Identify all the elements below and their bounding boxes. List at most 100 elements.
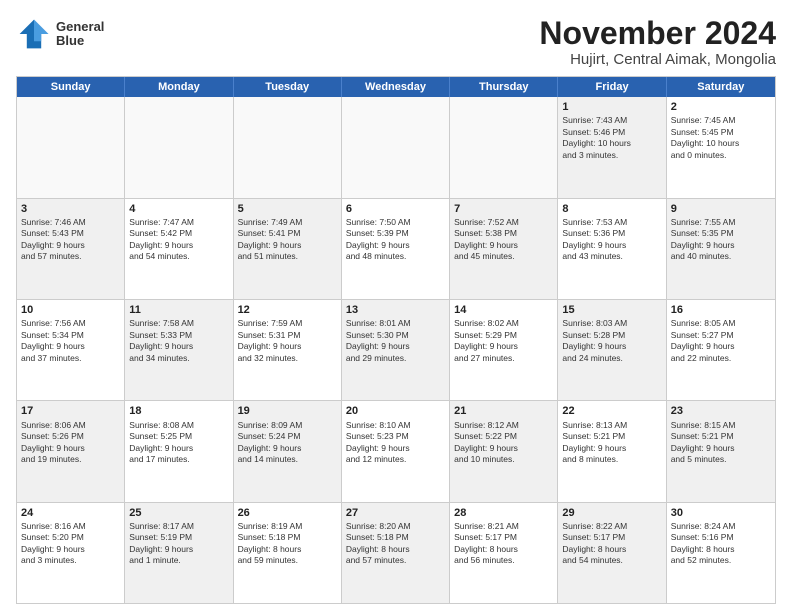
calendar-header-cell: Monday bbox=[125, 77, 233, 97]
day-info: Sunrise: 7:53 AM Sunset: 5:36 PM Dayligh… bbox=[562, 217, 661, 263]
calendar-row: 1Sunrise: 7:43 AM Sunset: 5:46 PM Daylig… bbox=[17, 97, 775, 197]
header: General Blue November 2024 Hujirt, Centr… bbox=[16, 16, 776, 68]
calendar-header-cell: Sunday bbox=[17, 77, 125, 97]
calendar-cell: 12Sunrise: 7:59 AM Sunset: 5:31 PM Dayli… bbox=[234, 300, 342, 400]
day-number: 19 bbox=[238, 404, 337, 418]
day-number: 28 bbox=[454, 506, 553, 520]
calendar-cell: 1Sunrise: 7:43 AM Sunset: 5:46 PM Daylig… bbox=[558, 97, 666, 197]
logo-line2: Blue bbox=[56, 34, 104, 48]
day-info: Sunrise: 7:50 AM Sunset: 5:39 PM Dayligh… bbox=[346, 217, 445, 263]
calendar-cell: 29Sunrise: 8:22 AM Sunset: 5:17 PM Dayli… bbox=[558, 503, 666, 603]
day-info: Sunrise: 8:03 AM Sunset: 5:28 PM Dayligh… bbox=[562, 318, 661, 364]
day-info: Sunrise: 7:59 AM Sunset: 5:31 PM Dayligh… bbox=[238, 318, 337, 364]
calendar-cell: 14Sunrise: 8:02 AM Sunset: 5:29 PM Dayli… bbox=[450, 300, 558, 400]
day-number: 5 bbox=[238, 202, 337, 216]
day-info: Sunrise: 8:21 AM Sunset: 5:17 PM Dayligh… bbox=[454, 521, 553, 567]
title-block: November 2024 Hujirt, Central Aimak, Mon… bbox=[539, 16, 776, 68]
day-info: Sunrise: 8:13 AM Sunset: 5:21 PM Dayligh… bbox=[562, 420, 661, 466]
calendar-row: 24Sunrise: 8:16 AM Sunset: 5:20 PM Dayli… bbox=[17, 502, 775, 603]
day-number: 4 bbox=[129, 202, 228, 216]
day-number: 13 bbox=[346, 303, 445, 317]
calendar-header-cell: Saturday bbox=[667, 77, 775, 97]
calendar-cell: 10Sunrise: 7:56 AM Sunset: 5:34 PM Dayli… bbox=[17, 300, 125, 400]
day-info: Sunrise: 8:05 AM Sunset: 5:27 PM Dayligh… bbox=[671, 318, 771, 364]
calendar-row: 17 Sunrise: 8:06 AM Sunset: 5:26 PM Dayli… bbox=[17, 400, 775, 501]
day-info: Sunrise: 8:24 AM Sunset: 5:16 PM Dayligh… bbox=[671, 521, 771, 567]
calendar-cell: 17 Sunrise: 8:06 AM Sunset: 5:26 PM Dayli… bbox=[17, 401, 125, 501]
day-info: Sunrise: 8:06 AM Sunset: 5:26 PM Dayligh… bbox=[21, 420, 120, 466]
calendar-cell: 19Sunrise: 8:09 AM Sunset: 5:24 PM Dayli… bbox=[234, 401, 342, 501]
day-number: 8 bbox=[562, 202, 661, 216]
logo-line1: General bbox=[56, 20, 104, 34]
day-number: 14 bbox=[454, 303, 553, 317]
calendar-cell: 30Sunrise: 8:24 AM Sunset: 5:16 PM Dayli… bbox=[667, 503, 775, 603]
day-number: 2 bbox=[671, 100, 771, 114]
day-number: 20 bbox=[346, 404, 445, 418]
logo-icon bbox=[16, 16, 52, 52]
calendar-cell: 9Sunrise: 7:55 AM Sunset: 5:35 PM Daylig… bbox=[667, 199, 775, 299]
calendar-cell: 23Sunrise: 8:15 AM Sunset: 5:21 PM Dayli… bbox=[667, 401, 775, 501]
calendar-cell: 18Sunrise: 8:08 AM Sunset: 5:25 PM Dayli… bbox=[125, 401, 233, 501]
calendar-header-cell: Wednesday bbox=[342, 77, 450, 97]
calendar: SundayMondayTuesdayWednesdayThursdayFrid… bbox=[16, 76, 776, 604]
day-info: Sunrise: 8:17 AM Sunset: 5:19 PM Dayligh… bbox=[129, 521, 228, 567]
calendar-cell: 26Sunrise: 8:19 AM Sunset: 5:18 PM Dayli… bbox=[234, 503, 342, 603]
calendar-header-cell: Thursday bbox=[450, 77, 558, 97]
calendar-cell: 25Sunrise: 8:17 AM Sunset: 5:19 PM Dayli… bbox=[125, 503, 233, 603]
calendar-header-cell: Friday bbox=[558, 77, 666, 97]
day-number: 12 bbox=[238, 303, 337, 317]
day-info: Sunrise: 7:43 AM Sunset: 5:46 PM Dayligh… bbox=[562, 115, 661, 161]
day-number: 30 bbox=[671, 506, 771, 520]
day-info: Sunrise: 8:02 AM Sunset: 5:29 PM Dayligh… bbox=[454, 318, 553, 364]
month-title: November 2024 bbox=[539, 16, 776, 51]
day-info: Sunrise: 8:01 AM Sunset: 5:30 PM Dayligh… bbox=[346, 318, 445, 364]
calendar-cell: 27Sunrise: 8:20 AM Sunset: 5:18 PM Dayli… bbox=[342, 503, 450, 603]
calendar-cell: 16Sunrise: 8:05 AM Sunset: 5:27 PM Dayli… bbox=[667, 300, 775, 400]
calendar-cell: 13Sunrise: 8:01 AM Sunset: 5:30 PM Dayli… bbox=[342, 300, 450, 400]
day-number: 25 bbox=[129, 506, 228, 520]
day-info: Sunrise: 7:55 AM Sunset: 5:35 PM Dayligh… bbox=[671, 217, 771, 263]
calendar-cell bbox=[450, 97, 558, 197]
calendar-cell bbox=[234, 97, 342, 197]
calendar-cell: 4Sunrise: 7:47 AM Sunset: 5:42 PM Daylig… bbox=[125, 199, 233, 299]
calendar-row: 3Sunrise: 7:46 AM Sunset: 5:43 PM Daylig… bbox=[17, 198, 775, 299]
logo: General Blue bbox=[16, 16, 104, 52]
calendar-cell: 7Sunrise: 7:52 AM Sunset: 5:38 PM Daylig… bbox=[450, 199, 558, 299]
calendar-cell bbox=[342, 97, 450, 197]
day-info: Sunrise: 7:58 AM Sunset: 5:33 PM Dayligh… bbox=[129, 318, 228, 364]
calendar-cell: 20Sunrise: 8:10 AM Sunset: 5:23 PM Dayli… bbox=[342, 401, 450, 501]
logo-text: General Blue bbox=[56, 20, 104, 49]
day-info: Sunrise: 7:45 AM Sunset: 5:45 PM Dayligh… bbox=[671, 115, 771, 161]
day-number: 17 bbox=[21, 404, 120, 418]
calendar-cell: 5Sunrise: 7:49 AM Sunset: 5:41 PM Daylig… bbox=[234, 199, 342, 299]
day-number: 16 bbox=[671, 303, 771, 317]
day-number: 3 bbox=[21, 202, 120, 216]
day-number: 24 bbox=[21, 506, 120, 520]
calendar-header-cell: Tuesday bbox=[234, 77, 342, 97]
calendar-body: 1Sunrise: 7:43 AM Sunset: 5:46 PM Daylig… bbox=[17, 97, 775, 603]
day-number: 27 bbox=[346, 506, 445, 520]
calendar-cell: 8Sunrise: 7:53 AM Sunset: 5:36 PM Daylig… bbox=[558, 199, 666, 299]
calendar-header: SundayMondayTuesdayWednesdayThursdayFrid… bbox=[17, 77, 775, 97]
day-info: Sunrise: 7:49 AM Sunset: 5:41 PM Dayligh… bbox=[238, 217, 337, 263]
calendar-cell bbox=[17, 97, 125, 197]
day-number: 21 bbox=[454, 404, 553, 418]
day-number: 6 bbox=[346, 202, 445, 216]
calendar-cell: 21 Sunrise: 8:12 AM Sunset: 5:22 PM Dayli… bbox=[450, 401, 558, 501]
calendar-cell: 6Sunrise: 7:50 AM Sunset: 5:39 PM Daylig… bbox=[342, 199, 450, 299]
day-number: 26 bbox=[238, 506, 337, 520]
day-info: Sunrise: 8:15 AM Sunset: 5:21 PM Dayligh… bbox=[671, 420, 771, 466]
day-number: 22 bbox=[562, 404, 661, 418]
page: General Blue November 2024 Hujirt, Centr… bbox=[0, 0, 792, 612]
day-info: Sunrise: 8:20 AM Sunset: 5:18 PM Dayligh… bbox=[346, 521, 445, 567]
calendar-cell: 3Sunrise: 7:46 AM Sunset: 5:43 PM Daylig… bbox=[17, 199, 125, 299]
calendar-cell: 28Sunrise: 8:21 AM Sunset: 5:17 PM Dayli… bbox=[450, 503, 558, 603]
calendar-cell: 2Sunrise: 7:45 AM Sunset: 5:45 PM Daylig… bbox=[667, 97, 775, 197]
calendar-cell: 24Sunrise: 8:16 AM Sunset: 5:20 PM Dayli… bbox=[17, 503, 125, 603]
calendar-cell: 11Sunrise: 7:58 AM Sunset: 5:33 PM Dayli… bbox=[125, 300, 233, 400]
day-info: Sunrise: 8:12 AM Sunset: 5:22 PM Dayligh… bbox=[454, 420, 553, 466]
calendar-row: 10Sunrise: 7:56 AM Sunset: 5:34 PM Dayli… bbox=[17, 299, 775, 400]
day-info: Sunrise: 7:52 AM Sunset: 5:38 PM Dayligh… bbox=[454, 217, 553, 263]
day-number: 15 bbox=[562, 303, 661, 317]
day-info: Sunrise: 8:16 AM Sunset: 5:20 PM Dayligh… bbox=[21, 521, 120, 567]
